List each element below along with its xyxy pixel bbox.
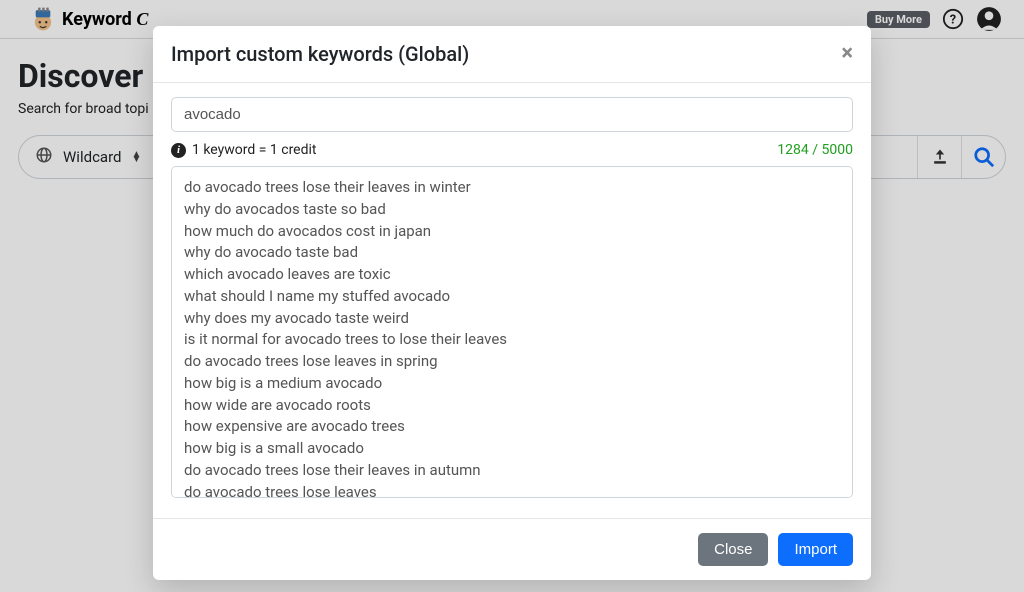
credit-info-left: i 1 keyword = 1 credit bbox=[171, 142, 317, 158]
info-icon: i bbox=[171, 143, 186, 158]
keyword-filter-input[interactable] bbox=[171, 97, 853, 132]
credit-count: 1284 / 5000 bbox=[777, 142, 853, 158]
modal-header: Import custom keywords (Global) × bbox=[153, 26, 871, 83]
import-button[interactable]: Import bbox=[778, 533, 853, 566]
keywords-textarea[interactable] bbox=[171, 166, 853, 498]
credit-info-text: 1 keyword = 1 credit bbox=[192, 142, 317, 158]
modal-footer: Close Import bbox=[153, 518, 871, 580]
import-keywords-modal: Import custom keywords (Global) × i 1 ke… bbox=[153, 26, 871, 580]
modal-body: i 1 keyword = 1 credit 1284 / 5000 bbox=[153, 83, 871, 518]
modal-title: Import custom keywords (Global) bbox=[171, 42, 469, 66]
close-icon[interactable]: × bbox=[841, 43, 853, 65]
credit-info-row: i 1 keyword = 1 credit 1284 / 5000 bbox=[171, 142, 853, 158]
close-button[interactable]: Close bbox=[698, 533, 768, 566]
